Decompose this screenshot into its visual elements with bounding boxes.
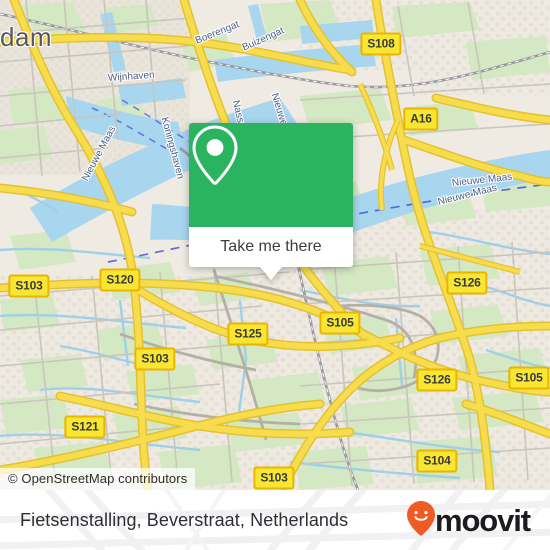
road-shield-s125[interactable]: S125 <box>227 322 269 346</box>
road-shield-s103-nw[interactable]: S103 <box>8 274 50 298</box>
moovit-pin-icon <box>406 500 436 541</box>
road-shield-a16[interactable]: A16 <box>403 107 439 131</box>
take-me-there-button[interactable]: Take me there <box>189 227 353 267</box>
moovit-logo[interactable]: moovit <box>406 500 531 541</box>
place-name-label: Fietsenstalling, Beverstraat, Netherland… <box>20 509 349 530</box>
moovit-map-card: dam Nieuwe Maas Nieuwe Maas Nieuwe Maas Wijn… <box>0 0 550 550</box>
popup-tail <box>260 267 282 280</box>
road-shield-s120[interactable]: S120 <box>99 268 141 292</box>
road-shield-s121[interactable]: S121 <box>64 415 106 439</box>
road-shield-s105-mid[interactable]: S105 <box>319 311 361 335</box>
road-shield-s103-mid[interactable]: S103 <box>134 347 176 371</box>
road-shield-s126-se[interactable]: S126 <box>416 368 458 392</box>
map-canvas[interactable]: dam Nieuwe Maas Nieuwe Maas Nieuwe Maas Wijn… <box>0 0 550 490</box>
place-popup-card[interactable]: Take me there <box>189 123 353 280</box>
osm-attribution[interactable]: © OpenStreetMap contributors <box>0 468 196 490</box>
moovit-wordmark: moovit <box>434 502 531 538</box>
road-shield-s103-s[interactable]: S103 <box>253 466 295 490</box>
road-shield-s105-e[interactable]: S105 <box>508 366 550 390</box>
popup-image-area <box>189 123 353 227</box>
footer-bar: Fietsenstalling, Beverstraat, Netherland… <box>0 490 550 550</box>
road-shield-s126-ne[interactable]: S126 <box>446 271 488 295</box>
road-shield-s108[interactable]: S108 <box>360 32 402 56</box>
road-shield-s104[interactable]: S104 <box>416 449 458 473</box>
